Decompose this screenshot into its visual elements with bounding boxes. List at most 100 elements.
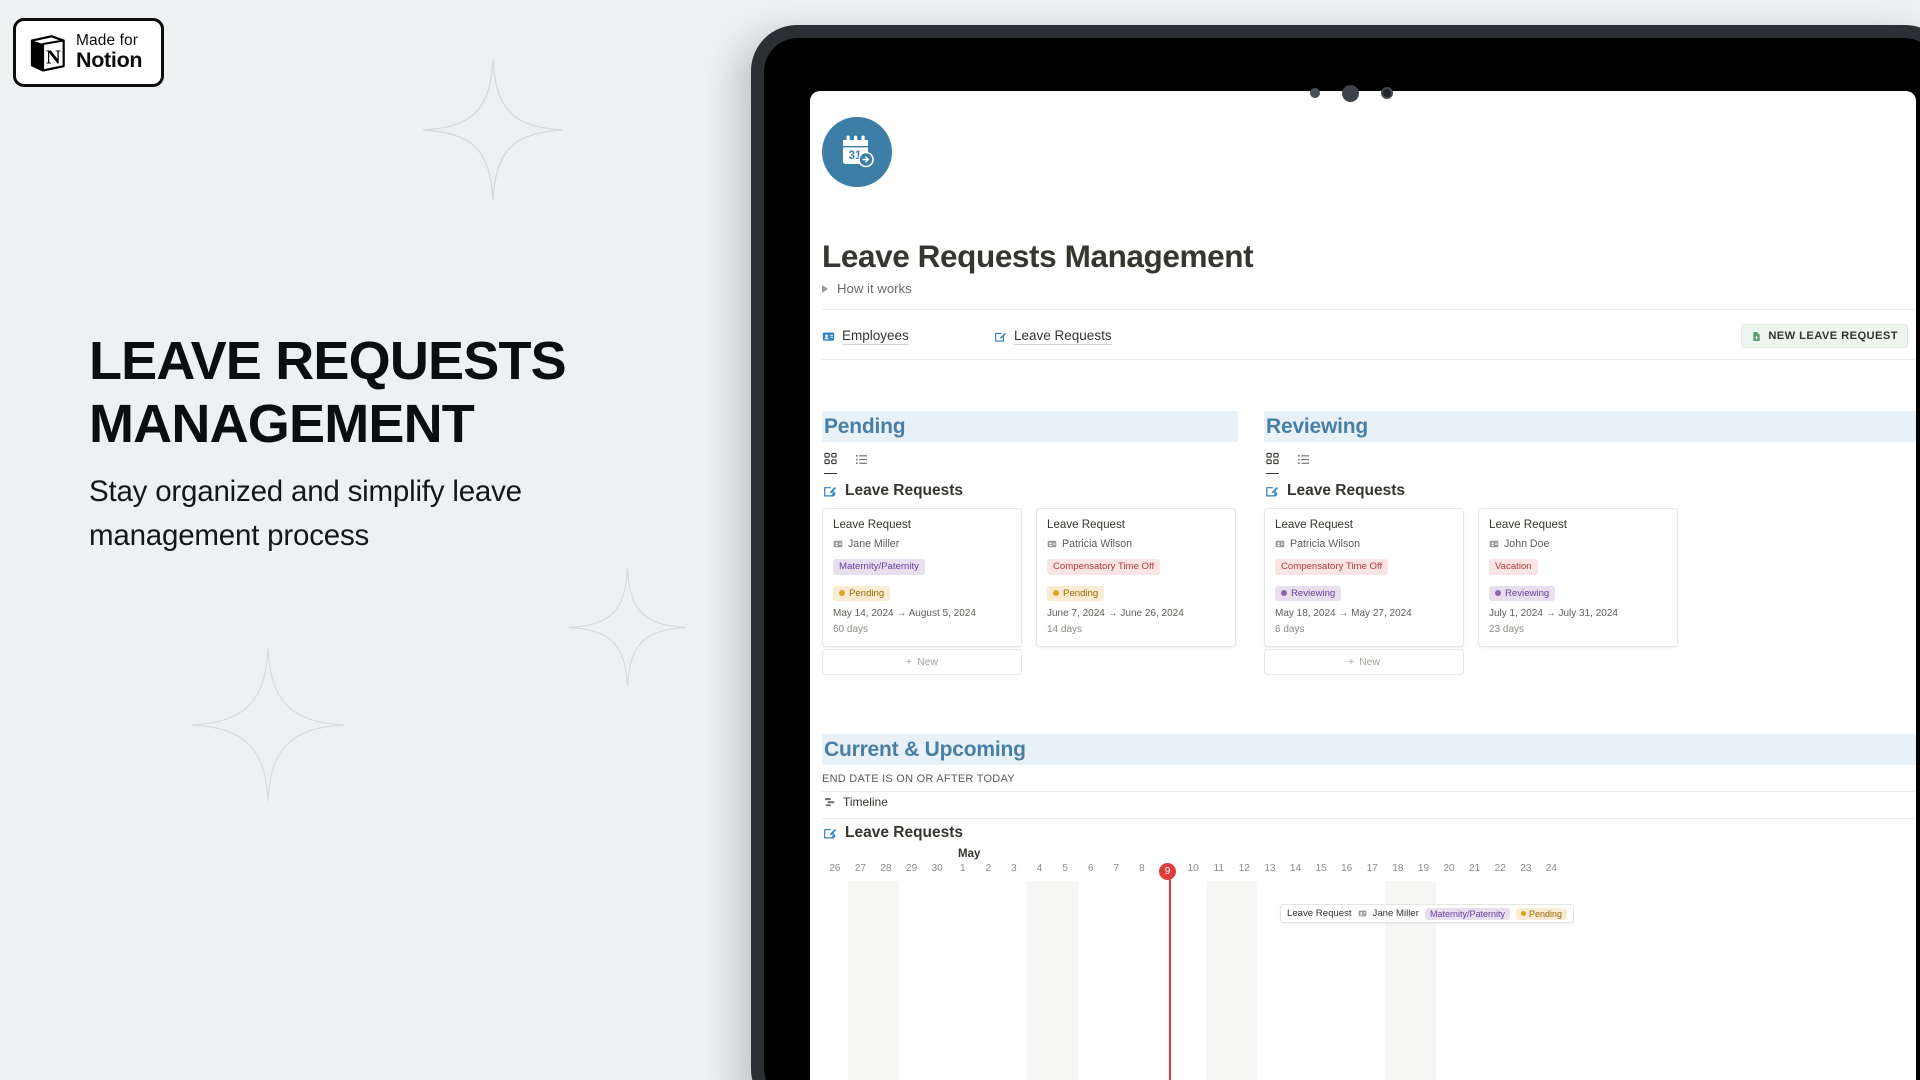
card-status-tag: Pending — [1047, 585, 1105, 601]
card-status-tag: Reviewing — [1489, 585, 1556, 601]
timeline-day-label: 28 — [880, 863, 892, 874]
section-header-current-upcoming: Current & Upcoming — [822, 734, 1916, 765]
status-dot-icon — [1053, 590, 1059, 597]
new-card-button-pending[interactable]: + New — [822, 649, 1022, 675]
card-duration: 23 days — [1489, 623, 1525, 635]
gallery-view-icon[interactable] — [1266, 448, 1279, 474]
status-dot-icon — [1495, 590, 1501, 597]
section-title-label: Current & Upcoming — [824, 737, 1026, 761]
timeline-day-label: 14 — [1289, 863, 1302, 874]
timeline-day-label: 29 — [906, 863, 918, 874]
light-sensor-icon — [1380, 87, 1393, 99]
list-view-icon[interactable] — [1297, 448, 1310, 474]
card-status-tag: Reviewing — [1275, 585, 1342, 601]
status-dot-icon — [1281, 590, 1287, 597]
svg-text:N: N — [46, 47, 61, 69]
sensor-dot-icon — [1309, 88, 1320, 98]
divider-timeline — [822, 791, 1916, 792]
linked-database-icon — [823, 826, 837, 840]
tablet-bezel: 31 Leave Requests Management How it work… — [764, 38, 1920, 1080]
nav-employees-label: Employees — [842, 327, 909, 345]
leave-request-card[interactable]: Leave Request Patricia Wilson Compensato… — [1264, 508, 1464, 647]
toggle-label: How it works — [837, 281, 912, 296]
person-chip-icon — [1358, 909, 1367, 918]
leave-request-card[interactable]: Leave Request John Doe Vacation Reviewin… — [1478, 508, 1678, 647]
card-status-tag: Pending — [833, 585, 891, 601]
card-duration: 14 days — [1047, 623, 1083, 635]
divider-below-nav — [822, 359, 1916, 360]
list-view-icon[interactable] — [855, 448, 868, 474]
timeline-day-column — [1231, 881, 1258, 1080]
view-tabs-reviewing — [1266, 448, 1310, 474]
card-date-range: May 14, 2024 → August 5, 2024 — [833, 607, 976, 619]
database-title-label: Leave Requests — [845, 482, 964, 499]
timeline-day-label: 18 — [1392, 863, 1404, 874]
camera-lens-icon — [1341, 84, 1359, 102]
timeline-bar[interactable]: Leave Request Jane Miller Maternity/Pate… — [1280, 904, 1574, 923]
timeline-day-label: 7 — [1113, 863, 1120, 874]
leave-request-card[interactable]: Leave Request Jane Miller Maternity/Pate… — [822, 508, 1022, 647]
gallery-view-icon[interactable] — [824, 448, 837, 474]
timeline-day-column — [1129, 881, 1155, 1080]
timeline-bar-title: Leave Request — [1287, 908, 1352, 919]
card-person-name: Patricia Wilson — [1062, 538, 1133, 550]
timeline-bar-status-label: Pending — [1528, 908, 1562, 919]
card-status-label: Reviewing — [1505, 587, 1550, 599]
timeline-month-label: May — [958, 848, 981, 860]
new-card-button-reviewing[interactable]: + New — [1264, 649, 1464, 675]
leave-request-card[interactable]: Leave Request Patricia Wilson Compensato… — [1036, 508, 1236, 647]
timeline-day-column — [1078, 881, 1104, 1080]
database-title-reviewing[interactable]: Leave Requests — [1265, 482, 1405, 500]
card-person: Patricia Wilson — [1047, 538, 1225, 550]
timeline-day-label: 23 — [1520, 863, 1532, 874]
card-date-range: July 1, 2024 → July 31, 2024 — [1489, 607, 1618, 619]
timeline-bar-type-tag: Maternity/Paternity — [1424, 907, 1510, 920]
timeline-day-label: 19 — [1417, 863, 1430, 874]
new-leave-request-label: NEW LEAVE REQUEST — [1768, 330, 1898, 342]
document-plus-icon — [1751, 331, 1762, 342]
sparkle-decoration-2 — [568, 568, 687, 687]
notion-app-screen: 31 Leave Requests Management How it work… — [810, 91, 1916, 1080]
timeline-view-tab[interactable]: Timeline — [824, 795, 888, 809]
card-person: Patricia Wilson — [1275, 538, 1453, 550]
card-person: Jane Miller — [833, 538, 1011, 550]
page-nav-row: Employees Leave Requests NEW LEAVE REQUE… — [822, 313, 1916, 359]
timeline-day-label: 13 — [1264, 863, 1276, 874]
timeline-day-column — [1206, 881, 1232, 1080]
timeline-day-label: 30 — [931, 863, 943, 874]
nav-link-leave-requests[interactable]: Leave Requests — [994, 328, 1112, 345]
timeline-today-label: 9 — [1155, 863, 1181, 880]
card-person-name: Patricia Wilson — [1290, 538, 1361, 550]
timeline-day-label: 8 — [1139, 863, 1145, 874]
new-leave-request-button[interactable]: NEW LEAVE REQUEST — [1741, 324, 1908, 348]
timeline-day-label: 2 — [985, 863, 992, 874]
database-title-timeline[interactable]: Leave Requests — [823, 824, 963, 842]
timeline-day-label: 5 — [1062, 863, 1068, 874]
board-header-pending: Pending — [822, 411, 1238, 442]
new-card-label: New — [917, 656, 939, 668]
database-title-pending[interactable]: Leave Requests — [823, 482, 963, 500]
card-duration: 6 days — [1275, 623, 1305, 635]
timeline-day-column — [899, 881, 925, 1080]
timeline-day-column — [847, 881, 874, 1080]
timeline-today-marker — [1169, 873, 1171, 1080]
toggle-how-it-works[interactable]: How it works — [822, 281, 912, 296]
notion-cube-icon: N — [26, 32, 67, 73]
timeline-day-ruler: 26 27 28 29 30 1 2 3 4 5 6 7 8 9 10 11 12 13 14 15 16 17 18 19 2… — [822, 863, 1916, 880]
divider-timeline-2 — [822, 818, 1916, 819]
timeline-day-column — [950, 881, 976, 1080]
person-chip-icon — [1489, 539, 1499, 549]
board-title-pending: Pending — [824, 414, 906, 438]
chevron-right-icon — [822, 284, 828, 293]
page-headline: Leave Requests Management — [89, 331, 567, 455]
card-person-name: Jane Miller — [848, 538, 900, 550]
card-title: Leave Request — [1489, 518, 1567, 531]
card-title: Leave Request — [833, 518, 911, 531]
timeline-day-label: 26 — [829, 863, 841, 874]
nav-link-employees[interactable]: Employees — [822, 328, 909, 345]
badge-brand-label: Notion — [76, 47, 143, 72]
view-tabs-pending — [824, 448, 868, 474]
card-title: Leave Request — [1275, 518, 1353, 531]
card-status-label: Pending — [1063, 587, 1099, 599]
timeline-day-label: 11 — [1213, 863, 1224, 874]
